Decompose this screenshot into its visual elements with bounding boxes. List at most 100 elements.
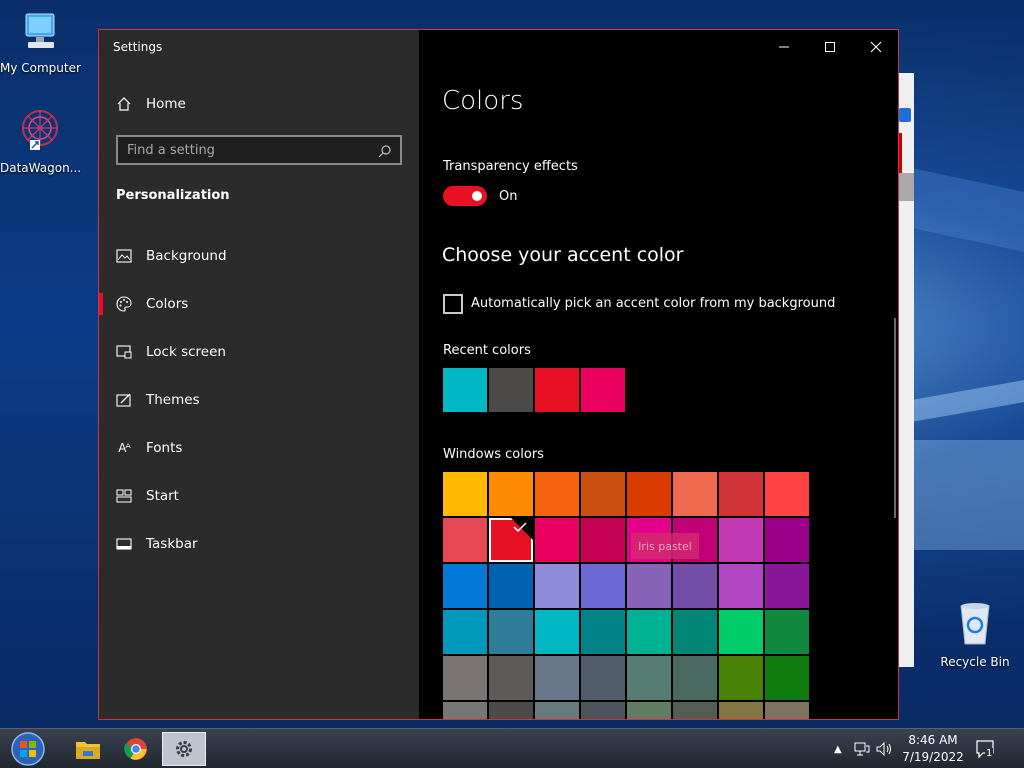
windows-color-swatch[interactable]: [765, 702, 809, 719]
windows-color-swatch[interactable]: [765, 472, 809, 516]
search-icon[interactable]: [378, 143, 392, 162]
recent-color-swatch[interactable]: [581, 368, 625, 412]
accent-heading: Choose your accent color: [442, 244, 684, 266]
section-heading: Personalization: [116, 188, 230, 203]
color-tooltip: Iris pastel: [631, 533, 699, 559]
windows-color-swatch[interactable]: [443, 610, 487, 654]
windows-color-swatch[interactable]: [535, 564, 579, 608]
windows-color-swatch[interactable]: [535, 656, 579, 700]
windows-color-swatch[interactable]: [443, 702, 487, 719]
windows-color-swatch[interactable]: [627, 656, 671, 700]
recent-color-swatch[interactable]: [535, 368, 579, 412]
windows-color-swatch[interactable]: [489, 610, 533, 654]
auto-pick-checkbox[interactable]: [443, 294, 463, 314]
sidebar-item-label: Fonts: [146, 440, 183, 456]
background-window-panel: [899, 133, 902, 173]
start-orb-icon: [11, 732, 45, 766]
nav-home[interactable]: Home: [115, 92, 186, 116]
windows-color-swatch[interactable]: [535, 472, 579, 516]
sidebar-item-themes[interactable]: Themes: [115, 388, 200, 412]
chrome-icon: [124, 738, 147, 760]
windows-color-swatch[interactable]: [581, 518, 625, 562]
clock[interactable]: 8:46 AM 7/19/2022: [900, 732, 966, 766]
close-button[interactable]: [853, 36, 898, 58]
sidebar-item-taskbar[interactable]: Taskbar: [115, 532, 198, 556]
palette-icon: [115, 296, 133, 312]
windows-color-swatch[interactable]: [765, 564, 809, 608]
sidebar-item-label: Colors: [146, 296, 189, 312]
scrollbar[interactable]: [894, 318, 896, 518]
windows-color-swatch[interactable]: [443, 564, 487, 608]
network-icon[interactable]: [854, 742, 870, 756]
windows-color-swatch[interactable]: [581, 702, 625, 719]
windows-color-swatch[interactable]: [719, 702, 763, 719]
minimize-button[interactable]: [761, 36, 807, 58]
windows-color-swatch[interactable]: [719, 518, 763, 562]
background-window-thumb: [899, 173, 914, 201]
windows-color-swatch[interactable]: [581, 656, 625, 700]
windows-color-swatch[interactable]: [673, 610, 717, 654]
volume-icon[interactable]: [876, 742, 894, 756]
auto-pick-label[interactable]: Automatically pick an accent color from …: [471, 296, 835, 311]
sidebar-item-lock-screen[interactable]: Lock screen: [115, 340, 226, 364]
start-button[interactable]: [6, 732, 50, 766]
windows-color-swatch[interactable]: [719, 472, 763, 516]
sidebar-item-background[interactable]: Background: [115, 244, 227, 268]
taskbar-chrome[interactable]: [114, 732, 158, 766]
taskbar-file-explorer[interactable]: [66, 732, 110, 766]
minimize-icon: [779, 46, 789, 48]
windows-color-swatch[interactable]: [627, 472, 671, 516]
windows-color-swatch[interactable]: [535, 702, 579, 719]
desktop-icon-label: DataWagon...: [0, 161, 82, 175]
windows-color-swatch[interactable]: [443, 472, 487, 516]
sidebar-item-colors[interactable]: Colors: [115, 292, 188, 316]
windows-color-swatch[interactable]: [673, 702, 717, 719]
windows-color-swatch[interactable]: [673, 656, 717, 700]
windows-color-swatch[interactable]: [765, 518, 809, 562]
maximize-button[interactable]: [807, 36, 853, 58]
recent-color-swatch[interactable]: [489, 368, 533, 412]
windows-color-swatch[interactable]: [443, 518, 487, 562]
settings-gear-icon: [176, 741, 192, 757]
windows-color-swatch[interactable]: [581, 472, 625, 516]
taskbar: ▲ 8:46 AM 7/19/2022 1: [0, 728, 1024, 768]
windows-color-swatch[interactable]: [627, 702, 671, 719]
sidebar-item-label: Taskbar: [146, 536, 198, 552]
notification-center-button[interactable]: 1: [975, 739, 997, 761]
windows-color-swatch[interactable]: [581, 564, 625, 608]
sidebar-item-label: Start: [146, 488, 179, 504]
search-box[interactable]: [116, 135, 402, 165]
windows-color-swatch[interactable]: [443, 656, 487, 700]
desktop-icon-datawagon[interactable]: DataWagon...: [0, 106, 82, 175]
desktop-icon-recycle-bin[interactable]: Recycle Bin: [935, 600, 1015, 669]
sidebar-item-fonts[interactable]: Aᴬ Fonts: [115, 436, 182, 460]
windows-color-swatch[interactable]: [627, 564, 671, 608]
windows-color-swatch[interactable]: [489, 702, 533, 719]
windows-color-swatch[interactable]: [673, 564, 717, 608]
windows-color-swatch[interactable]: [489, 564, 533, 608]
main-panel: Colors Transparency effects On Choose yo…: [419, 30, 898, 719]
windows-color-swatch[interactable]: [765, 610, 809, 654]
windows-color-swatch[interactable]: [535, 610, 579, 654]
taskbar-settings[interactable]: [162, 732, 206, 766]
windows-color-swatch[interactable]: [719, 656, 763, 700]
show-hidden-icons-icon[interactable]: ▲: [834, 744, 842, 755]
windows-color-swatch[interactable]: [719, 610, 763, 654]
windows-color-swatch[interactable]: [489, 518, 533, 562]
search-input[interactable]: [118, 141, 369, 159]
windows-color-swatch[interactable]: [489, 656, 533, 700]
windows-color-swatch[interactable]: [719, 564, 763, 608]
nav-home-label: Home: [146, 96, 186, 112]
windows-color-swatch[interactable]: [535, 518, 579, 562]
sidebar-item-start[interactable]: Start: [115, 484, 179, 508]
windows-color-swatch[interactable]: [673, 472, 717, 516]
checkmark-icon: [511, 518, 533, 540]
windows-color-swatch[interactable]: [489, 472, 533, 516]
sidebar-item-label: Background: [146, 248, 227, 264]
desktop-icon-my-computer[interactable]: My Computer: [0, 10, 81, 75]
windows-color-swatch[interactable]: [765, 656, 809, 700]
recent-color-swatch[interactable]: [443, 368, 487, 412]
transparency-toggle[interactable]: [443, 186, 487, 206]
windows-color-swatch[interactable]: [581, 610, 625, 654]
windows-color-swatch[interactable]: [627, 610, 671, 654]
